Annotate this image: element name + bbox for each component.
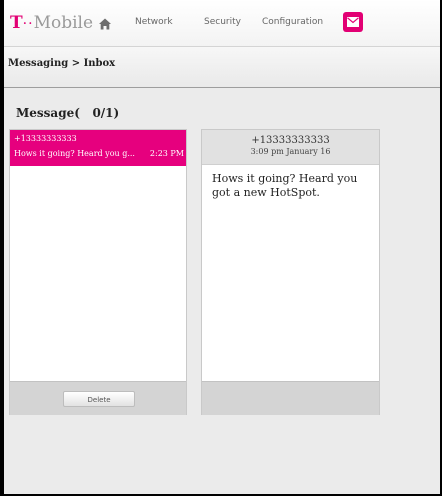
detail-body: Hows it going? Heard you got a new HotSp… xyxy=(212,172,358,199)
list-item-preview: Hows it going? Heard you g... xyxy=(14,149,135,158)
list-item-time: 2:23 PM xyxy=(149,149,184,158)
app-frame: T··Mobile Network Security Configuration… xyxy=(4,0,440,494)
home-icon[interactable] xyxy=(98,16,112,30)
list-item-number: +13333333333 xyxy=(14,134,77,143)
detail-footer xyxy=(202,381,379,415)
list-item[interactable]: +13333333333 Hows it going? Heard you g.… xyxy=(10,130,186,166)
top-bar: T··Mobile Network Security Configuration xyxy=(4,0,440,47)
detail-header: +13333333333 3:09 pm January 16 xyxy=(202,130,379,165)
brand-t: T xyxy=(10,13,23,33)
detail-date: 3:09 pm January 16 xyxy=(250,147,331,156)
message-detail: +13333333333 3:09 pm January 16 Hows it … xyxy=(201,129,380,415)
message-count-title: Message( 0/1) xyxy=(16,106,120,120)
nav-security[interactable]: Security xyxy=(204,17,241,27)
brand-dots: ·· xyxy=(22,16,34,32)
breadcrumb: Messaging > Inbox xyxy=(8,58,116,69)
mail-icon[interactable] xyxy=(343,12,363,32)
message-list: +13333333333 Hows it going? Heard you g.… xyxy=(9,129,187,415)
nav-network[interactable]: Network xyxy=(135,17,173,27)
list-footer: Delete xyxy=(10,381,186,415)
nav-configuration[interactable]: Configuration xyxy=(262,17,323,27)
brand-logo[interactable]: T··Mobile xyxy=(10,13,93,33)
detail-number: +13333333333 xyxy=(251,135,330,146)
brand-name: Mobile xyxy=(33,13,94,33)
delete-button[interactable]: Delete xyxy=(63,391,135,407)
